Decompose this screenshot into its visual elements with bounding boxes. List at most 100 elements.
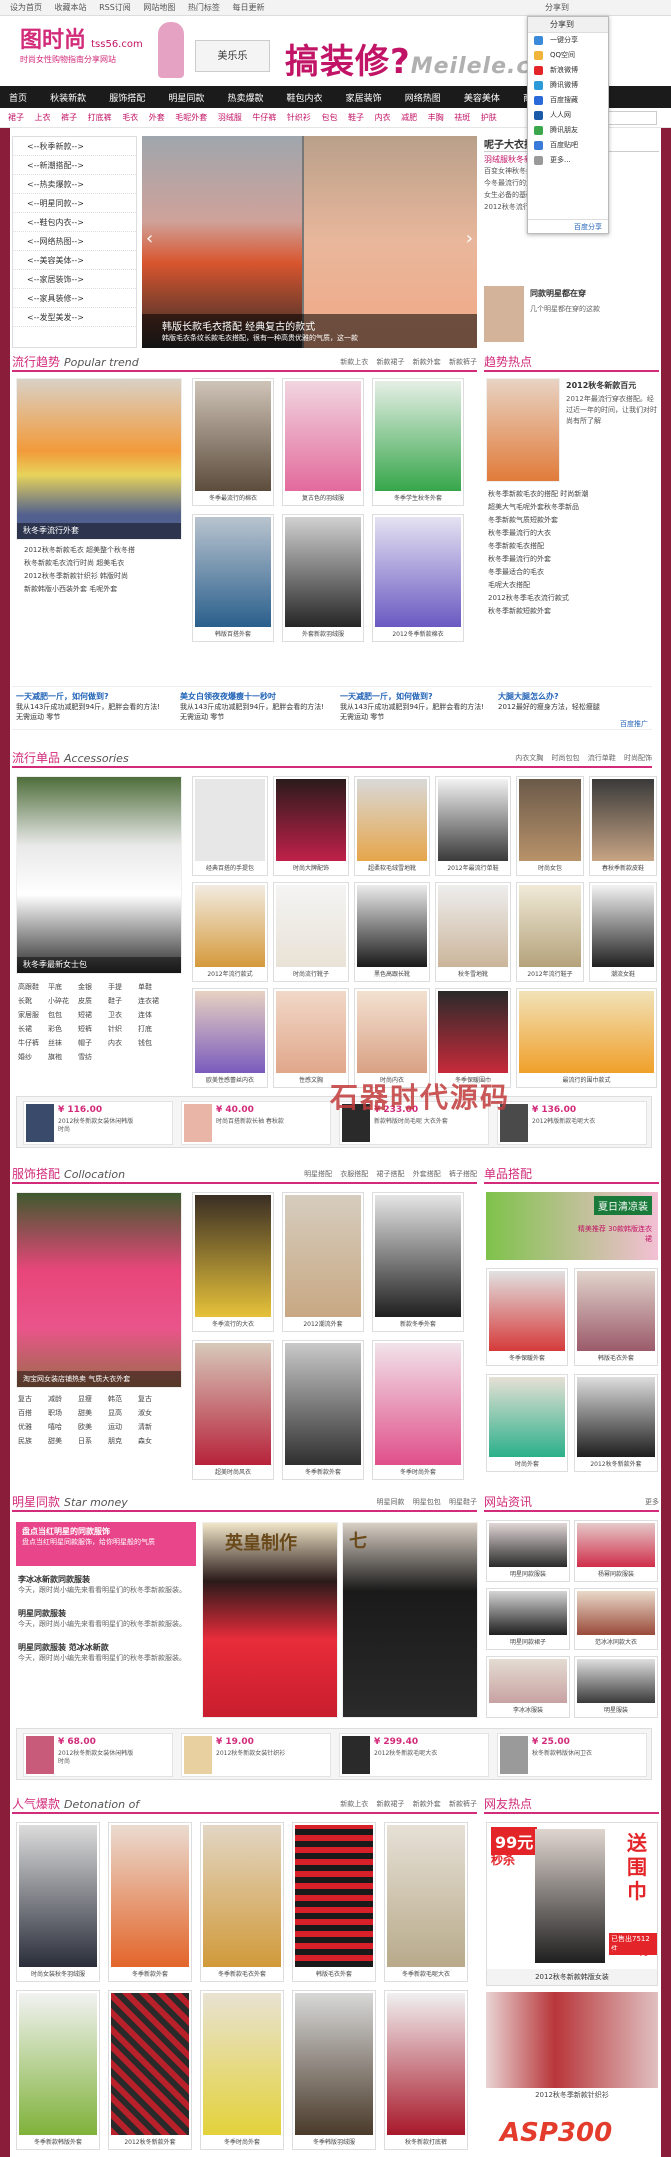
tag-link[interactable]: 鞋子 bbox=[108, 994, 138, 1008]
product-thumb[interactable]: 韩版毛衣外套 bbox=[292, 1822, 376, 1982]
section-tab[interactable]: 明星包包 bbox=[413, 1498, 441, 1506]
product-thumb[interactable]: 时尚女装秋冬羽绒服 bbox=[16, 1822, 100, 1982]
product-thumb[interactable]: 黑色高跟长靴 bbox=[354, 882, 430, 982]
ad-title[interactable]: 一天减肥一斤，如何做到? bbox=[340, 692, 433, 701]
section-tab[interactable]: 时尚包包 bbox=[552, 754, 580, 762]
product-thumb[interactable]: 时尚大牌配饰 bbox=[273, 776, 349, 876]
subnav-item[interactable]: 牛仔裤 bbox=[252, 113, 276, 122]
section-tab[interactable]: 裤子搭配 bbox=[449, 1170, 477, 1178]
hot-net-caption[interactable]: 2012秋冬季新款针织衫 bbox=[486, 2090, 658, 2100]
hot-feature-title[interactable]: 2012秋冬新款百元 bbox=[566, 380, 658, 391]
nav-item[interactable]: 热卖爆款 bbox=[218, 88, 272, 110]
promo-card[interactable]: ¥ 116.00 2012秋冬新款女装休闲韩版时尚 bbox=[23, 1101, 173, 1145]
site-logo[interactable]: 图时尚 tss56.com 时尚女性购物指南分享网站 bbox=[20, 22, 185, 80]
flash-sale-card[interactable]: 99元 秒杀 送围巾 已售出7512件 198.00元 2012秋冬新款韩版女装 bbox=[486, 1822, 658, 1986]
tag-link[interactable]: 淑女 bbox=[138, 1406, 168, 1420]
product-thumb[interactable]: 明星同款服装 bbox=[486, 1520, 570, 1582]
promo-card[interactable]: ¥ 25.00 秋冬新款韩版休闲卫衣 bbox=[497, 1733, 647, 1777]
subnav-item[interactable]: 减肥 bbox=[401, 113, 417, 122]
section-tab[interactable]: 新款裤子 bbox=[449, 358, 477, 366]
product-thumb[interactable]: 潮流女鞋 bbox=[589, 882, 657, 982]
product-thumb[interactable]: 冬季保暖围巾 bbox=[435, 988, 511, 1088]
nav-item[interactable]: 服饰搭配 bbox=[100, 88, 154, 110]
product-thumb[interactable]: 2012潮流外套 bbox=[282, 1192, 364, 1332]
tag-link[interactable]: 短裤 bbox=[78, 1022, 108, 1036]
tag-link[interactable]: 民族 bbox=[18, 1434, 48, 1448]
category-item[interactable]: <--新潮搭配--> bbox=[13, 156, 136, 175]
section-tab[interactable]: 裙子搭配 bbox=[377, 1170, 405, 1178]
section-tab[interactable]: 新款裤子 bbox=[449, 1800, 477, 1808]
section-tab[interactable]: 新款上衣 bbox=[340, 358, 368, 366]
product-thumb[interactable]: 时尚流行靴子 bbox=[273, 882, 349, 982]
chevron-right-icon[interactable]: › bbox=[466, 228, 473, 249]
news-thumb[interactable] bbox=[484, 286, 524, 342]
tag-link[interactable]: 打底 bbox=[138, 1022, 168, 1036]
text-ad[interactable]: 大腿大腿怎么办? 2012最好的瘦身方法，轻松瘦腿 bbox=[498, 691, 648, 712]
news-promo-title[interactable]: 同款明星都在穿 bbox=[530, 288, 586, 299]
product-thumb[interactable]: 2012年流行鞋子 bbox=[516, 882, 584, 982]
product-thumb[interactable]: 时尚女包 bbox=[516, 776, 584, 876]
list-item[interactable]: 冬季最适合的毛衣 bbox=[488, 566, 658, 579]
subnav-item[interactable]: 丰胸 bbox=[428, 113, 444, 122]
list-item[interactable]: 2012秋冬季新款针织衫 韩版时尚 bbox=[24, 570, 184, 583]
promo-card[interactable]: ¥ 136.00 2012韩版新款毛呢大衣 bbox=[497, 1101, 647, 1145]
brand-badge[interactable]: 美乐乐 bbox=[195, 40, 270, 72]
list-item[interactable]: 秋冬季最流行的大衣 bbox=[488, 527, 658, 540]
tag-link[interactable]: 金银 bbox=[78, 980, 108, 994]
subnav-item[interactable]: 针织衫 bbox=[287, 113, 311, 122]
star-poster-photo[interactable]: 英皇制作 bbox=[202, 1522, 338, 1718]
product-thumb[interactable]: 最流行的围巾款式 bbox=[516, 988, 657, 1088]
topbar-link[interactable]: 热门标签 bbox=[188, 3, 220, 12]
tag-link[interactable]: 针织 bbox=[108, 1022, 138, 1036]
tag-link[interactable]: 卫衣 bbox=[108, 1008, 138, 1022]
subnav-item[interactable]: 护肤 bbox=[481, 113, 497, 122]
nav-item[interactable]: 秋装新款 bbox=[41, 88, 95, 110]
text-ad[interactable]: 美女白领夜夜爆瘦十一秒吋 我从143斤成功减肥到94斤，肥胖会看的方法! 无需运动… bbox=[180, 691, 330, 722]
product-thumb[interactable]: 秋冬雪地靴 bbox=[435, 882, 511, 982]
product-thumb[interactable]: 春秋季新款皮鞋 bbox=[589, 776, 657, 876]
product-thumb[interactable]: 冬季学生秋冬外套 bbox=[372, 378, 464, 506]
list-item[interactable]: 秋冬季新款毛衣的搭配 时尚新潮 bbox=[488, 488, 658, 501]
tag-link[interactable]: 优雅 bbox=[18, 1420, 48, 1434]
product-thumb[interactable]: 冬季新款外套 bbox=[282, 1340, 364, 1480]
tag-link[interactable]: 嘻哈 bbox=[48, 1420, 78, 1434]
share-item[interactable]: 百度搜藏 bbox=[528, 93, 608, 108]
share-item[interactable]: 人人网 bbox=[528, 108, 608, 123]
section-tab[interactable]: 时尚配饰 bbox=[624, 754, 652, 762]
list-item[interactable]: 新款韩版小西装外套 毛呢外套 bbox=[24, 583, 184, 596]
promo-card[interactable]: ¥ 19.00 2012秋冬新款女装针织衫 bbox=[181, 1733, 331, 1777]
tag-link[interactable]: 显高 bbox=[108, 1406, 138, 1420]
section-tab[interactable]: 流行单鞋 bbox=[588, 754, 616, 762]
product-thumb[interactable]: 冬季韩版羽绒服 bbox=[292, 1990, 376, 2150]
list-item[interactable]: 秋冬新款毛衣流行时尚 超美毛衣 bbox=[24, 557, 184, 570]
category-item[interactable]: <--鞋包内衣--> bbox=[13, 213, 136, 232]
topbar-link[interactable]: RSS订阅 bbox=[99, 3, 131, 12]
section-tab[interactable]: 明星搭配 bbox=[304, 1170, 332, 1178]
star-photo[interactable]: 七 bbox=[342, 1522, 478, 1718]
section-tab[interactable]: 新款裙子 bbox=[377, 358, 405, 366]
category-item[interactable]: <--秋季新款--> bbox=[13, 137, 136, 156]
tag-link[interactable]: 甜美 bbox=[48, 1434, 78, 1448]
ad-title[interactable]: 大腿大腿怎么办? bbox=[498, 692, 559, 701]
tag-link[interactable]: 内衣 bbox=[108, 1036, 138, 1050]
product-thumb[interactable]: 冬季最流行的棉衣 bbox=[192, 378, 274, 506]
product-thumb[interactable]: 冬季新款外套 bbox=[108, 1822, 192, 1982]
subnav-item[interactable]: 毛衣 bbox=[122, 113, 138, 122]
tag-link[interactable]: 百搭 bbox=[18, 1406, 48, 1420]
tag-link[interactable]: 家居服 bbox=[18, 1008, 48, 1022]
product-thumb[interactable]: 超美时尚风衣 bbox=[192, 1340, 274, 1480]
product-thumb[interactable]: 超柔软毛绒雪地靴 bbox=[354, 776, 430, 876]
tag-link[interactable]: 连衣裙 bbox=[138, 994, 168, 1008]
share-trigger[interactable]: 分享到 bbox=[545, 0, 569, 16]
product-thumb[interactable]: 2012年流行款式 bbox=[192, 882, 268, 982]
list-item[interactable]: 2012秋冬季毛衣流行款式 bbox=[488, 592, 658, 605]
nav-item[interactable]: 美容美体 bbox=[455, 88, 509, 110]
tag-link[interactable]: 复古 bbox=[18, 1392, 48, 1406]
category-item[interactable]: <--明星同款--> bbox=[13, 194, 136, 213]
subnav-item[interactable]: 上衣 bbox=[35, 113, 51, 122]
subnav-item[interactable]: 包包 bbox=[321, 113, 337, 122]
product-thumb[interactable]: 新款冬季外套 bbox=[372, 1192, 464, 1332]
tag-link[interactable]: 长裙 bbox=[18, 1022, 48, 1036]
topbar-link[interactable]: 网站地图 bbox=[143, 3, 175, 12]
subnav-item[interactable]: 裤子 bbox=[61, 113, 77, 122]
